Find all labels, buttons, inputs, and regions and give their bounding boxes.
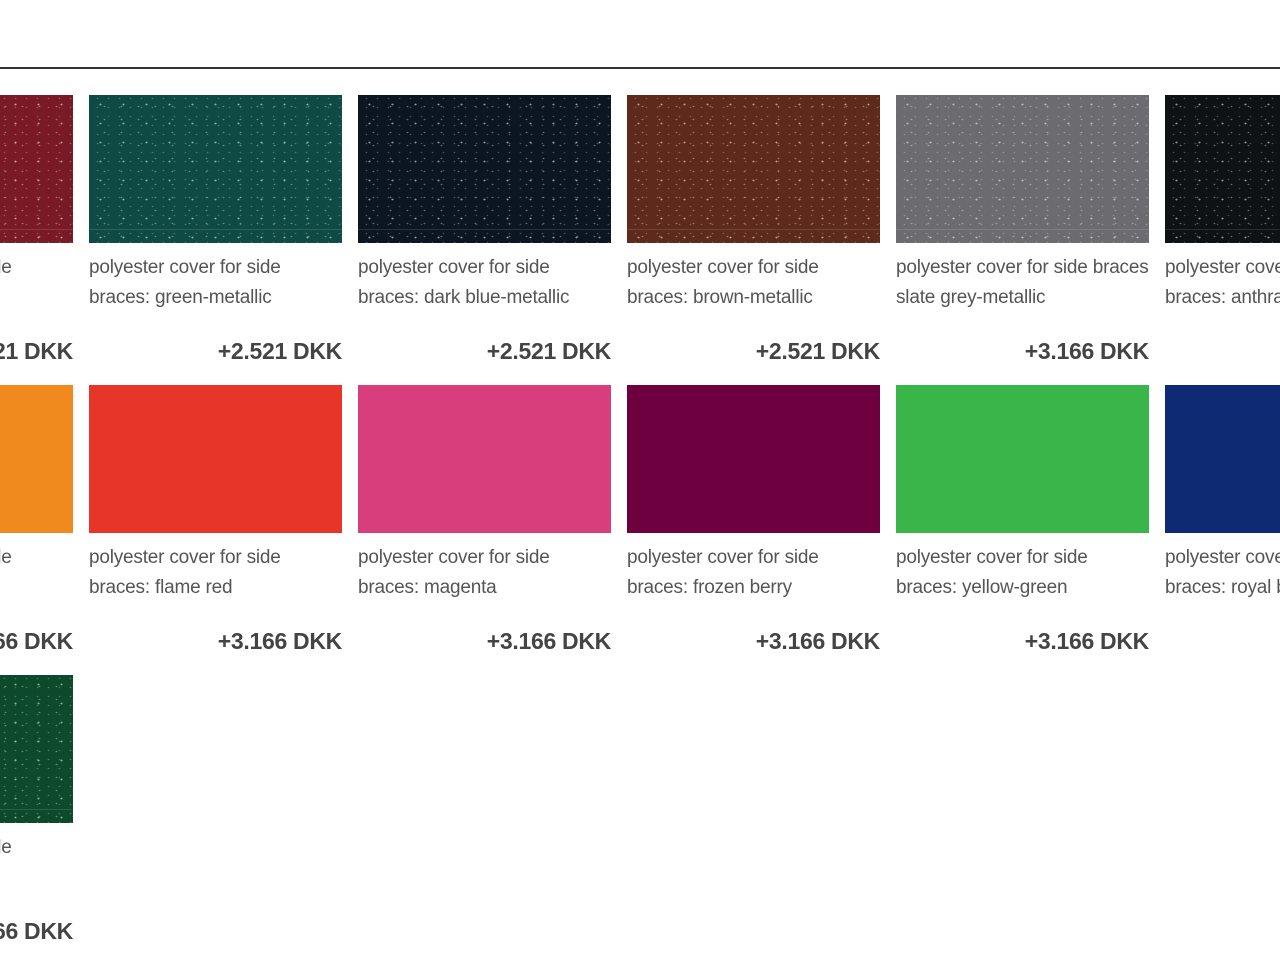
color-swatch[interactable] [89, 95, 342, 243]
swatch-price: +3.166 DKK [0, 628, 73, 654]
swatch-name: polyester cover for side braces: brown-m… [627, 257, 819, 308]
swatch-card[interactable]: polyester cover for side braces: orange +… [0, 385, 73, 675]
swatch-name: polyester cover for side braces: yellow-… [896, 547, 1088, 598]
top-divider [0, 67, 1280, 69]
color-options-page: polyester cover for side braces: red-met… [0, 0, 1280, 960]
swatch-card[interactable]: polyester cover for side braces: magenta… [358, 385, 611, 675]
color-swatch[interactable] [0, 385, 73, 533]
swatch-card[interactable]: polyester cover for side braces: dark gr… [0, 675, 73, 960]
swatch-name: polyester cover for side braces: royal b… [1165, 547, 1280, 598]
color-swatch[interactable] [896, 385, 1149, 533]
swatch-price: +2.521 DKK [0, 338, 73, 364]
color-swatch[interactable] [358, 385, 611, 533]
color-swatch[interactable] [896, 95, 1149, 243]
swatch-card[interactable]: polyester cover for side braces: brown-m… [627, 95, 880, 385]
swatch-price: +3.166 DKK [0, 918, 73, 944]
swatch-name: polyester cover for side braces: dark bl… [358, 257, 570, 308]
swatch-name: polyester cover for side braces: anthrac… [1165, 257, 1280, 308]
color-swatch[interactable] [0, 675, 73, 823]
swatch-card[interactable]: polyester cover for side braces: flame r… [89, 385, 342, 675]
swatch-price: +2.521 DKK [217, 338, 343, 364]
swatch-card[interactable]: polyester cover for side braces slate gr… [896, 95, 1149, 385]
swatch-name: polyester cover for side braces: red-met… [0, 257, 12, 278]
color-swatch[interactable] [627, 385, 880, 533]
color-swatch[interactable] [627, 95, 880, 243]
swatch-price: +2.521 DKK [755, 338, 881, 364]
color-swatch[interactable] [0, 95, 73, 243]
color-swatch[interactable] [1165, 385, 1280, 533]
swatch-grid: polyester cover for side braces: red-met… [0, 95, 1280, 960]
swatch-price: +3.166 DKK [1024, 338, 1150, 364]
swatch-price: +3.166 DKK [755, 628, 881, 654]
swatch-name: polyester cover for side braces: flame r… [89, 547, 281, 598]
swatch-name: polyester cover for side braces slate gr… [896, 257, 1149, 308]
swatch-card[interactable]: polyester cover for side braces: frozen … [627, 385, 880, 675]
swatch-card[interactable]: polyester cover for side braces: royal b… [1165, 385, 1280, 675]
swatch-card[interactable]: polyester cover for side braces: green-m… [89, 95, 342, 385]
swatch-name: polyester cover for side braces: frozen … [627, 547, 819, 598]
swatch-price: +3.166 DKK [486, 628, 612, 654]
swatch-card[interactable]: polyester cover for side braces: yellow-… [896, 385, 1149, 675]
swatch-price: +3.166 DKK [1024, 628, 1150, 654]
color-swatch[interactable] [358, 95, 611, 243]
color-swatch[interactable] [89, 385, 342, 533]
swatch-name: polyester cover for side braces: orange [0, 547, 12, 568]
swatch-card[interactable]: polyester cover for side braces: red-met… [0, 95, 73, 385]
swatch-price: +2.521 DKK [486, 338, 612, 364]
swatch-name: polyester cover for side braces: dark gr… [0, 837, 12, 858]
color-swatch[interactable] [1165, 95, 1280, 243]
swatch-card[interactable]: polyester cover for side braces: dark bl… [358, 95, 611, 385]
swatch-name: polyester cover for side braces: magenta [358, 547, 550, 598]
swatch-card[interactable]: polyester cover for side braces: anthrac… [1165, 95, 1280, 385]
swatch-price: +3.166 DKK [217, 628, 343, 654]
swatch-name: polyester cover for side braces: green-m… [89, 257, 281, 308]
